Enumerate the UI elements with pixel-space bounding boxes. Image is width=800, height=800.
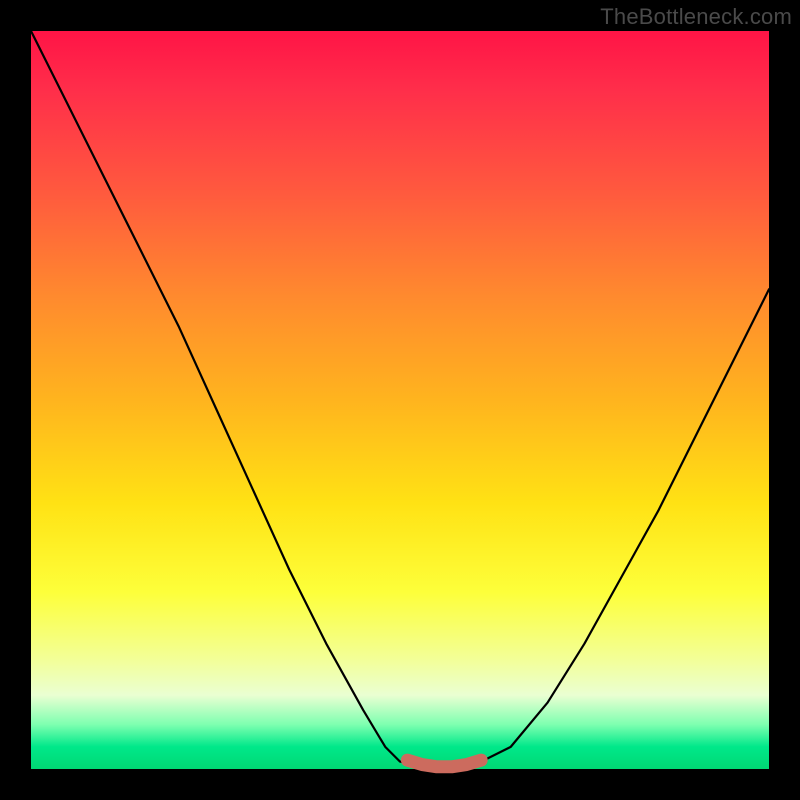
watermark-text: TheBottleneck.com [600,4,792,30]
optimal-band [407,760,481,767]
chart-svg [31,31,769,769]
plot-area [31,31,769,769]
chart-frame: TheBottleneck.com [0,0,800,800]
bottleneck-curve [31,31,769,769]
